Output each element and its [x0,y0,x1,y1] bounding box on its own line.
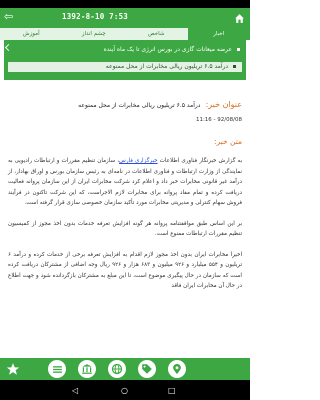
paragraph-text: ، سازمان تنظیم مقررات و ارتباطات رادیویی… [8,158,242,206]
nav-back-icon[interactable]: ◁ [72,386,78,395]
tab-outlook[interactable]: چشم انداز [63,28,126,40]
article-date: 11:16 - 92/08/08 [195,117,242,123]
back-arrow-icon[interactable]: ⇦ [4,11,13,23]
body-label: متن خبر: [214,137,242,146]
app-bar: ⇦ 1392-8-10 7:53 [0,8,250,28]
tab-education[interactable]: آموزش [0,28,63,40]
nav-home-icon[interactable]: ○ [121,386,128,395]
map-pin-button[interactable] [168,360,186,378]
bank-button[interactable] [78,360,96,378]
source-link[interactable]: خبرگزاری فارس [119,158,158,164]
app-bar-datetime: 1392-8-10 7:53 [62,12,129,21]
tab-index[interactable]: شاخص [125,28,188,40]
bullet-icon [233,65,236,68]
map-pin-icon [173,363,181,375]
tag-icon [142,364,152,374]
news-item-title: عرضه میعانات گازی در بورس انرژی تا یک ما… [103,46,233,53]
news-list-item[interactable]: عرضه میعانات گازی در بورس انرژی تا یک ما… [104,46,240,53]
bank-icon [82,364,92,374]
news-item-title: درآمد ۶.۵ تریلیون ریالی مخابرات از محل م… [105,63,229,70]
bullet-icon [237,48,240,51]
article-paragraph: به گزارش خبرنگار فناوری اطلاعات خبرگزاری… [8,156,242,209]
tab-news[interactable]: اخبار [187,28,250,40]
paragraph-text: به گزارش خبرنگار فناوری اطلاعات [157,158,242,164]
favorite-star-icon[interactable] [6,362,20,376]
tab-bar: اخبار شاخص چشم انداز آموزش [0,28,250,40]
article-headline: درآمد ۶.۵ تریلیون ریالی مخابرات از محل م… [78,102,201,109]
globe-icon [111,363,123,375]
list-button[interactable] [48,360,66,378]
article-paragraph: بر این اساس طبق مواقفتنامه پروانه هر گون… [8,220,242,238]
tag-button[interactable] [138,360,156,378]
home-icon[interactable] [234,13,245,24]
news-list: عرضه میعانات گازی در بورس انرژی تا یک ما… [4,40,246,80]
system-status-bar [0,0,250,8]
headline-label: عنوان خبر: [205,100,242,109]
news-list-item-selected[interactable]: درآمد ۶.۵ تریلیون ریالی مخابرات از محل م… [8,62,242,72]
nav-recents-icon[interactable]: □ [168,386,176,395]
globe-button[interactable] [108,360,126,378]
article-content: عنوان خبر: درآمد ۶.۵ تریلیون ریالی مخابر… [8,92,242,372]
list-icon [52,365,62,373]
article-paragraph: اخیرا مخابرات ایران بدون اخذ مجوز لازم ا… [8,251,243,290]
article-headline-row: عنوان خبر: درآمد ۶.۵ تریلیون ریالی مخابر… [8,92,242,111]
